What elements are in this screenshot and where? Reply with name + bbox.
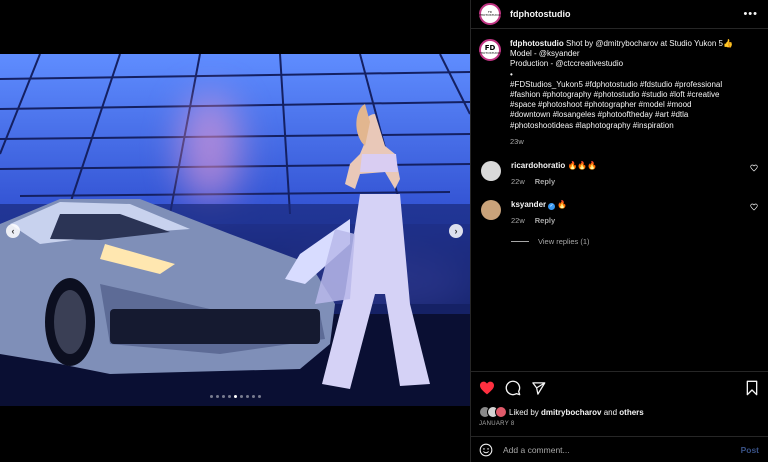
comment-username[interactable]: ricardohoratio xyxy=(511,161,565,170)
carousel-dot xyxy=(215,395,219,398)
comment-input[interactable] xyxy=(503,444,713,455)
post-username[interactable]: fdphotostudio xyxy=(510,9,570,19)
caption-line: #space #photoshoot #photographer #model … xyxy=(510,100,692,110)
carousel-dot xyxy=(251,395,255,398)
view-replies-button[interactable]: View replies (1) xyxy=(511,237,758,246)
likes-summary: Liked by dmitrybocharov and others xyxy=(479,406,759,418)
share-icon[interactable] xyxy=(531,381,546,396)
view-replies-label: View replies (1) xyxy=(538,237,590,247)
emoji-icon[interactable] xyxy=(479,443,493,457)
comment-timestamp[interactable]: 22w xyxy=(511,177,525,186)
avatar[interactable] xyxy=(481,161,501,182)
comment-text: 🔥🔥🔥 xyxy=(567,161,598,171)
caption-line: • xyxy=(510,69,513,79)
like-comment-heart-icon[interactable] xyxy=(750,203,758,211)
comments-list: FD PHOTOSTUDIO fdphotostudio Shot by @dmi… xyxy=(471,29,768,369)
caption-line: #downtown #losangeles #photooftheday #ar… xyxy=(510,110,689,120)
more-horizontal-icon[interactable]: ••• xyxy=(743,8,758,20)
comment-text: 🔥 xyxy=(557,200,568,210)
carousel-dot xyxy=(233,395,237,398)
carousel-dot xyxy=(209,395,213,398)
likes-prefix: Liked by xyxy=(509,407,542,417)
likes-others-link[interactable]: others xyxy=(619,408,643,417)
reply-button[interactable]: Reply xyxy=(535,216,555,225)
caption-line: Production - @ctccreativestudio xyxy=(510,59,624,69)
caption-line: #FDStudios_Yukon5 #fdphotostudio #fdstud… xyxy=(510,79,723,89)
next-image-button[interactable]: › xyxy=(449,224,463,238)
instagram-post-modal: ‹ › FD PHOTOSTUDIO fdphotostudio ••• FD PH… xyxy=(0,0,768,462)
liker-username[interactable]: dmitrybocharov xyxy=(541,408,601,417)
comment-timestamp[interactable]: 22w xyxy=(511,216,525,225)
like-comment-heart-icon[interactable] xyxy=(750,164,758,172)
avatar xyxy=(495,406,507,418)
scene-illustration xyxy=(0,104,470,406)
add-comment-bar: Post xyxy=(471,436,768,462)
likes-middle: and xyxy=(601,407,620,417)
post-actions: Liked by dmitrybocharov and others JANUA… xyxy=(471,371,768,427)
post-comment-button[interactable]: Post xyxy=(741,445,759,455)
likes-text: Liked by dmitrybocharov and others xyxy=(509,408,644,417)
previous-image-button[interactable]: ‹ xyxy=(6,224,20,238)
verified-badge-icon: ✓ xyxy=(548,203,556,211)
caption-username[interactable]: fdphotostudio xyxy=(510,39,564,48)
caption-timestamp[interactable]: 23w xyxy=(510,137,733,147)
post-photo: ‹ › xyxy=(0,54,470,406)
avatar-logo-subtext: PHOTOSTUDIO xyxy=(478,13,502,17)
replies-divider xyxy=(511,241,529,243)
post-header: FD PHOTOSTUDIO fdphotostudio ••• xyxy=(471,0,768,29)
carousel-dot xyxy=(227,395,231,398)
comment-username[interactable]: ksyander xyxy=(511,200,546,209)
carousel-dot xyxy=(257,395,261,398)
reply-button[interactable]: Reply xyxy=(535,177,555,186)
post-details-panel: FD PHOTOSTUDIO fdphotostudio ••• FD PHOTOS… xyxy=(470,0,768,462)
carousel-indicator xyxy=(0,395,470,398)
caption-avatar[interactable]: FD PHOTOSTUDIO xyxy=(479,39,501,61)
post-date[interactable]: JANUARY 8 xyxy=(479,421,759,427)
liker-avatars xyxy=(479,406,507,418)
caption-line: Shot by @dmitrybocharov at Studio Yukon … xyxy=(566,39,733,48)
carousel-dot xyxy=(239,395,243,398)
comment-icon[interactable] xyxy=(505,380,521,396)
comment-item: ksyander ✓ 🔥 22w Reply xyxy=(479,200,758,225)
media-pane: ‹ › xyxy=(0,0,470,462)
carousel-dot xyxy=(221,395,225,398)
avatar[interactable] xyxy=(481,200,501,221)
comment-item: ricardohoratio 🔥🔥🔥 22w Reply xyxy=(479,161,758,186)
caption-line: #photoshootideas #laphotography #inspira… xyxy=(510,120,674,130)
caption-line: #fashion #photography #photostudio #stud… xyxy=(510,90,720,100)
caption-body: fdphotostudio Shot by @dmitrybocharov at… xyxy=(510,39,733,147)
avatar[interactable]: FD PHOTOSTUDIO xyxy=(479,3,501,25)
caption: FD PHOTOSTUDIO fdphotostudio Shot by @dmi… xyxy=(479,39,758,147)
carousel-dot xyxy=(245,395,249,398)
like-heart-icon[interactable] xyxy=(479,380,495,396)
caption-line: Model - @ksyander xyxy=(510,49,580,59)
bookmark-icon[interactable] xyxy=(745,380,759,396)
